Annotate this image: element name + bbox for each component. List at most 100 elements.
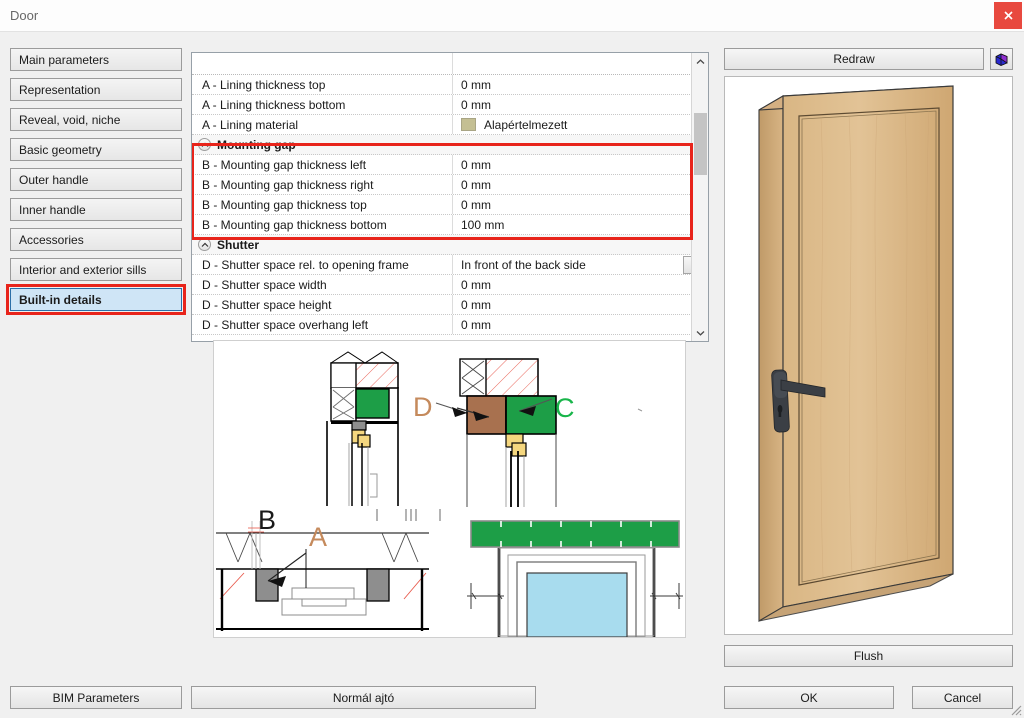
detail-bottom-right-elevation bbox=[467, 521, 683, 637]
sidebar-item-inner-handle[interactable]: Inner handle bbox=[10, 198, 182, 221]
sidebar-item-label: Outer handle bbox=[19, 173, 88, 187]
param-value[interactable]: 0 mm bbox=[453, 275, 709, 294]
title-bar: Door bbox=[0, 0, 1024, 32]
sidebar-item-representation[interactable]: Representation bbox=[10, 78, 182, 101]
section-label: Shutter bbox=[217, 238, 259, 252]
collapse-icon[interactable] bbox=[198, 138, 211, 151]
chevron-up-icon bbox=[201, 242, 209, 248]
param-value-material[interactable]: Alapértelmezett bbox=[453, 115, 709, 134]
param-value[interactable]: 0 mm bbox=[453, 75, 709, 94]
scroll-up-button[interactable] bbox=[692, 53, 709, 70]
table-row[interactable]: A - Lining thickness top 0 mm bbox=[192, 75, 709, 95]
table-row[interactable]: D - Shutter space height 0 mm bbox=[192, 295, 709, 315]
param-value[interactable]: 100 mm bbox=[453, 215, 709, 234]
svg-text:C: C bbox=[555, 393, 575, 423]
param-label: B - Mounting gap thickness top bbox=[192, 195, 453, 214]
ok-button[interactable]: OK bbox=[724, 686, 894, 709]
table-row[interactable]: D - Shutter space rel. to opening frame … bbox=[192, 255, 709, 275]
scroll-down-button[interactable] bbox=[692, 324, 709, 341]
param-label: B - Mounting gap thickness left bbox=[192, 155, 453, 174]
dropdown-value: In front of the back side bbox=[461, 258, 683, 272]
chevron-up-icon bbox=[696, 59, 705, 65]
sidebar-item-outer-handle[interactable]: Outer handle bbox=[10, 168, 182, 191]
param-value[interactable]: 0 mm bbox=[453, 295, 709, 314]
table-row[interactable]: A - Lining thickness bottom 0 mm bbox=[192, 95, 709, 115]
param-value[interactable]: 0 mm bbox=[453, 155, 709, 174]
redraw-button[interactable]: Redraw bbox=[724, 48, 984, 70]
scroll-thumb[interactable] bbox=[694, 113, 707, 175]
door-3d-preview[interactable] bbox=[724, 76, 1013, 635]
param-value[interactable]: 0 mm bbox=[453, 315, 709, 334]
param-label: A - Lining thickness top bbox=[192, 75, 453, 94]
parameter-table-body: A - Lining thickness top 0 mm A - Lining… bbox=[192, 53, 709, 335]
sidebar-item-built-in-details[interactable]: Built-in details bbox=[10, 288, 182, 311]
table-scrollbar[interactable] bbox=[691, 53, 708, 341]
section-label: Mounting gap bbox=[217, 138, 296, 152]
svg-text:B: B bbox=[258, 505, 276, 535]
bim-parameters-label: BIM Parameters bbox=[53, 691, 140, 705]
3d-view-toggle-button[interactable] bbox=[990, 48, 1013, 70]
param-label: B - Mounting gap thickness right bbox=[192, 175, 453, 194]
param-label: D - Shutter space height bbox=[192, 295, 453, 314]
cancel-button[interactable]: Cancel bbox=[912, 686, 1013, 709]
chevron-up-icon bbox=[201, 142, 209, 148]
door-type-label: Normál ajtó bbox=[333, 691, 394, 705]
table-row[interactable]: D - Shutter space width 0 mm bbox=[192, 275, 709, 295]
shutter-space-dropdown[interactable]: In front of the back side bbox=[461, 255, 709, 274]
table-row[interactable]: B - Mounting gap thickness bottom 100 mm bbox=[192, 215, 709, 235]
param-label: A - Lining thickness bottom bbox=[192, 95, 453, 114]
param-label: A - Lining material bbox=[192, 115, 453, 134]
detail-top-left bbox=[327, 352, 398, 506]
sidebar-item-main-parameters[interactable]: Main parameters bbox=[10, 48, 182, 71]
label-B: B bbox=[258, 505, 276, 535]
close-button[interactable] bbox=[994, 2, 1022, 29]
chevron-down-icon bbox=[696, 330, 705, 336]
detail-top-right bbox=[460, 359, 556, 507]
redraw-label: Redraw bbox=[833, 52, 874, 66]
door-side-face bbox=[759, 96, 783, 621]
sidebar-item-label: Inner handle bbox=[19, 203, 86, 217]
sidebar-item-reveal-void-niche[interactable]: Reveal, void, niche bbox=[10, 108, 182, 131]
section-header-mounting-gap[interactable]: Mounting gap bbox=[192, 135, 709, 155]
door-3d-render bbox=[725, 77, 1012, 634]
flush-label: Flush bbox=[854, 649, 883, 663]
table-row[interactable]: B - Mounting gap thickness top 0 mm bbox=[192, 195, 709, 215]
sidebar-item-label: Interior and exterior sills bbox=[19, 263, 146, 277]
param-value[interactable]: 0 mm bbox=[453, 95, 709, 114]
cancel-label: Cancel bbox=[944, 691, 981, 705]
sidebar-item-interior-exterior-sills[interactable]: Interior and exterior sills bbox=[10, 258, 182, 281]
dimension-ticks bbox=[377, 509, 440, 521]
material-color-swatch[interactable] bbox=[461, 118, 476, 131]
parameter-table: A - Lining thickness top 0 mm A - Lining… bbox=[191, 52, 709, 342]
sidebar-item-label: Basic geometry bbox=[19, 143, 102, 157]
param-label: D - Shutter space width bbox=[192, 275, 453, 294]
sidebar: Main parameters Representation Reveal, v… bbox=[10, 48, 182, 318]
section-header-shutter[interactable]: Shutter bbox=[192, 235, 709, 255]
table-row[interactable]: A - Lining material Alapértelmezett bbox=[192, 115, 709, 135]
sidebar-item-basic-geometry[interactable]: Basic geometry bbox=[10, 138, 182, 161]
flush-button[interactable]: Flush bbox=[724, 645, 1013, 667]
detail-drawings: D bbox=[214, 341, 685, 637]
sidebar-item-label: Representation bbox=[19, 83, 100, 97]
column-header-value bbox=[453, 53, 709, 74]
sidebar-item-label: Accessories bbox=[19, 233, 84, 247]
table-header-row bbox=[192, 53, 709, 75]
column-header-name bbox=[192, 53, 453, 74]
door-type-button[interactable]: Normál ajtó bbox=[191, 686, 536, 709]
resize-grip-icon[interactable] bbox=[1008, 702, 1022, 716]
collapse-icon[interactable] bbox=[198, 238, 211, 251]
param-value[interactable]: 0 mm bbox=[453, 175, 709, 194]
ok-label: OK bbox=[800, 691, 817, 705]
param-value[interactable]: 0 mm bbox=[453, 195, 709, 214]
cube-3d-icon bbox=[994, 52, 1009, 67]
table-row[interactable]: B - Mounting gap thickness right 0 mm bbox=[192, 175, 709, 195]
param-label: B - Mounting gap thickness bottom bbox=[192, 215, 453, 234]
window-title: Door bbox=[10, 8, 38, 23]
sidebar-item-accessories[interactable]: Accessories bbox=[10, 228, 182, 251]
svg-text:D: D bbox=[413, 392, 433, 422]
bim-parameters-button[interactable]: BIM Parameters bbox=[10, 686, 182, 709]
sidebar-item-label: Reveal, void, niche bbox=[19, 113, 120, 127]
sidebar-item-label: Main parameters bbox=[19, 53, 109, 67]
table-row[interactable]: D - Shutter space overhang left 0 mm bbox=[192, 315, 709, 335]
table-row[interactable]: B - Mounting gap thickness left 0 mm bbox=[192, 155, 709, 175]
